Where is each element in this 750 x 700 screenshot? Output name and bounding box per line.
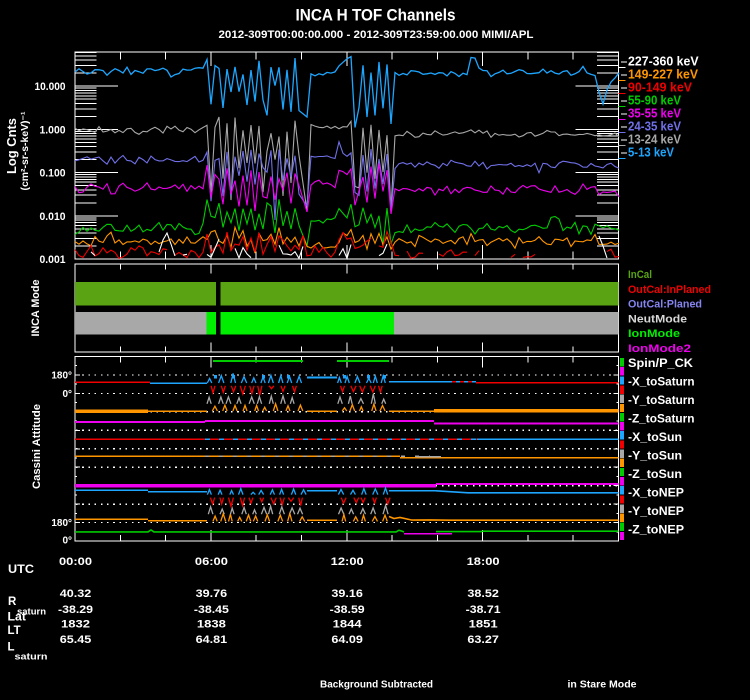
svg-text:-38.29: -38.29: [58, 604, 93, 616]
svg-text:2012-309T00:00:00.000 - 2012-3: 2012-309T00:00:00.000 - 2012-309T23:59:0…: [219, 29, 534, 41]
svg-text:0.100: 0.100: [40, 168, 66, 180]
svg-text:0.010: 0.010: [40, 211, 66, 223]
svg-text:1.000: 1.000: [40, 124, 66, 136]
svg-text:180°: 180°: [51, 370, 72, 381]
svg-text:1851: 1851: [469, 619, 498, 631]
svg-text:IonMode: IonMode: [628, 328, 680, 340]
svg-text:0°: 0°: [62, 536, 72, 547]
svg-text:1844: 1844: [333, 619, 363, 631]
svg-text:65.45: 65.45: [60, 634, 92, 646]
svg-text:Background Subtracted: Background Subtracted: [320, 679, 433, 691]
svg-text:R: R: [8, 596, 17, 608]
svg-text:5-13 keV: 5-13 keV: [628, 145, 674, 160]
svg-text:IonMode2: IonMode2: [628, 343, 691, 355]
svg-text:-Y_toSun: -Y_toSun: [628, 451, 682, 463]
svg-text:OutCal:Planed: OutCal:Planed: [628, 299, 702, 311]
svg-text:64.09: 64.09: [331, 634, 363, 646]
svg-text:00:00: 00:00: [59, 556, 92, 568]
svg-text:INCA H TOF Channels: INCA H TOF Channels: [296, 7, 456, 25]
svg-text:-X_toSun: -X_toSun: [628, 432, 682, 444]
svg-text:63.27: 63.27: [467, 634, 499, 646]
svg-text:12:00: 12:00: [331, 556, 364, 568]
svg-text:-38.45: -38.45: [194, 604, 229, 616]
svg-text:-X_toNEP: -X_toNEP: [628, 488, 684, 500]
svg-text:InCal: InCal: [628, 269, 652, 281]
svg-text:180°: 180°: [51, 518, 72, 529]
svg-text:-Z_toNEP: -Z_toNEP: [628, 525, 684, 537]
svg-text:Log Cnts: Log Cnts: [5, 118, 19, 174]
svg-text:Spin/P_CK: Spin/P_CK: [628, 358, 694, 370]
svg-text:INCA Mode: INCA Mode: [30, 280, 42, 337]
svg-text:LT: LT: [8, 625, 21, 637]
svg-text:-Z_toSaturn: -Z_toSaturn: [628, 414, 695, 426]
svg-text:1838: 1838: [197, 619, 226, 631]
svg-text:saturn: saturn: [15, 652, 48, 663]
svg-text:64.81: 64.81: [196, 634, 228, 646]
svg-text:-Y_toSaturn: -Y_toSaturn: [628, 395, 695, 407]
svg-text:Cassini Attitude: Cassini Attitude: [31, 404, 43, 489]
svg-text:-38.71: -38.71: [466, 604, 501, 616]
svg-text:18:00: 18:00: [467, 556, 500, 568]
svg-text:-Y_toNEP: -Y_toNEP: [628, 506, 684, 518]
svg-text:0.001: 0.001: [40, 254, 66, 266]
svg-text:OutCal:InPlaned: OutCal:InPlaned: [628, 284, 711, 296]
svg-text:-Z_toSun: -Z_toSun: [628, 469, 682, 481]
svg-text:L: L: [8, 641, 15, 653]
svg-text:10.000: 10.000: [35, 81, 66, 93]
svg-text:UTC: UTC: [8, 564, 34, 576]
svg-text:39.16: 39.16: [331, 588, 363, 600]
svg-text:06:00: 06:00: [195, 556, 228, 568]
svg-text:40.32: 40.32: [60, 588, 92, 600]
svg-text:39.76: 39.76: [196, 588, 228, 600]
svg-text:-X_toSaturn: -X_toSaturn: [628, 377, 695, 389]
svg-text:NeutMode: NeutMode: [628, 313, 687, 325]
svg-text:-38.59: -38.59: [330, 604, 365, 616]
svg-text:Lat: Lat: [8, 612, 27, 624]
svg-text:38.52: 38.52: [467, 588, 499, 600]
svg-text:in Stare Mode: in Stare Mode: [568, 679, 637, 691]
svg-text:1832: 1832: [61, 619, 90, 631]
svg-text:(cm²-sr-s-keV)⁻¹: (cm²-sr-s-keV)⁻¹: [20, 111, 31, 191]
svg-text:0°: 0°: [62, 389, 72, 400]
